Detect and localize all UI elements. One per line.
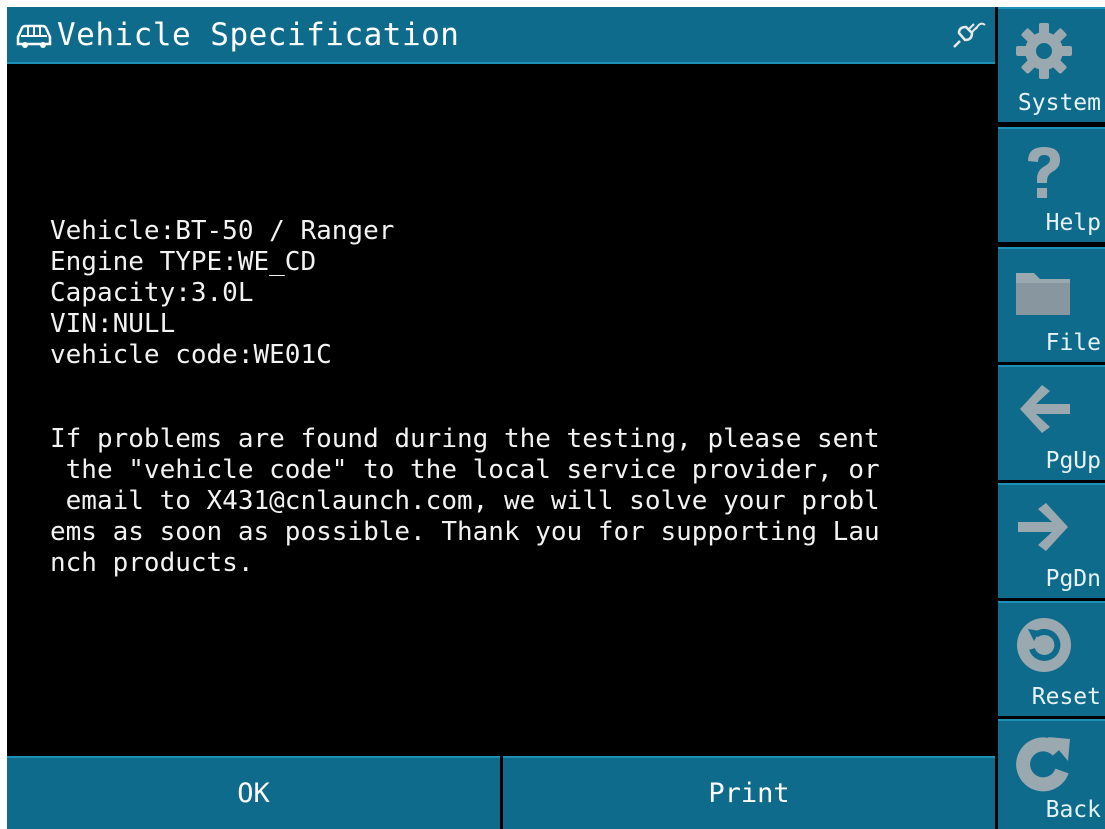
pgup-button[interactable]: PgUp (998, 365, 1105, 480)
system-button[interactable]: System (998, 7, 1105, 122)
car-icon (16, 24, 52, 48)
gear-icon (1016, 23, 1072, 79)
help-button[interactable]: Help (998, 127, 1105, 242)
pgdn-button[interactable]: PgDn (998, 483, 1105, 598)
info-line-vehicle: Vehicle:BT-50 / Ranger (50, 216, 395, 246)
arrow-left-icon (1020, 385, 1070, 433)
arrow-right-icon (1018, 503, 1068, 551)
back-icon (1016, 737, 1070, 792)
message-line: nch products. (50, 548, 254, 578)
back-button[interactable]: Back (998, 719, 1105, 829)
info-line-vehicle-code: vehicle code:WE01C (50, 340, 332, 370)
ok-button[interactable]: OK (7, 756, 500, 829)
connection-plug-icon (953, 22, 986, 48)
info-line-engine-type: Engine TYPE:WE_CD (50, 247, 317, 277)
message-line: If problems are found during the testing… (50, 424, 880, 454)
reset-button[interactable]: Reset (998, 601, 1105, 716)
system-label: System (1017, 90, 1101, 116)
pgup-label: PgUp (1045, 448, 1101, 474)
pgdn-label: PgDn (1045, 566, 1101, 592)
page-title: Vehicle Specification (57, 17, 460, 53)
info-line-capacity: Capacity:3.0L (50, 278, 254, 308)
message-line: the "vehicle code" to the local service … (50, 455, 880, 485)
question-icon (1028, 147, 1060, 198)
vehicle-info: Vehicle:BT-50 / Ranger Engine TYPE:WE_CD C… (50, 216, 394, 371)
side-toolbar: System Help File PgUp PgDn Reset Back (998, 7, 1105, 829)
bottom-button-bar: OK Print (7, 756, 995, 829)
message-line: ems as soon as possible. Thank you for s… (50, 517, 880, 547)
print-button[interactable]: Print (503, 756, 995, 829)
folder-icon (1016, 273, 1070, 315)
reset-label: Reset (1031, 684, 1101, 710)
back-label: Back (1045, 797, 1101, 823)
support-message: If problems are found during the testing… (50, 424, 880, 579)
help-label: Help (1045, 210, 1101, 236)
content-area: Vehicle:BT-50 / Ranger Engine TYPE:WE_CD C… (7, 64, 995, 756)
title-bar: Vehicle Specification (7, 7, 995, 64)
reset-icon (1017, 618, 1071, 672)
info-line-vin: VIN:NULL (50, 309, 176, 339)
message-line: email to X431@cnlaunch.com, we will solv… (50, 486, 880, 516)
file-label: File (1045, 330, 1101, 356)
file-button[interactable]: File (998, 247, 1105, 362)
